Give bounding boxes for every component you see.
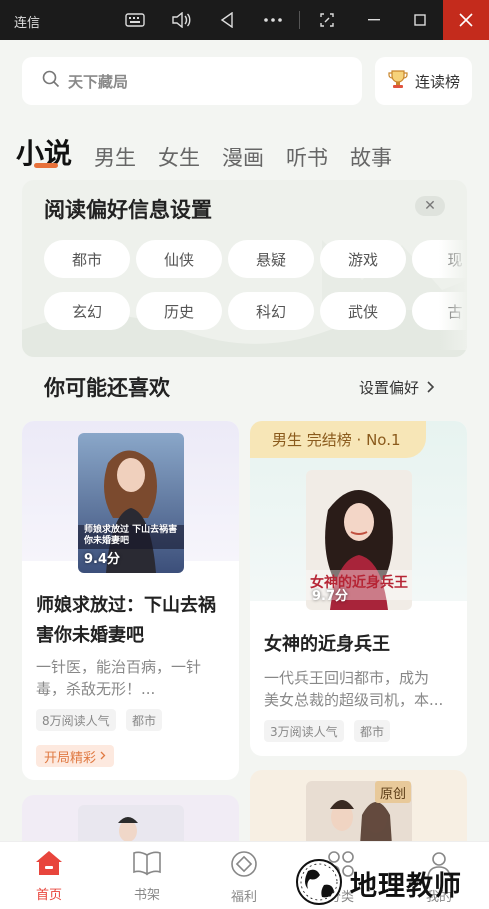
reading-rank-button[interactable]: 连读榜 [375,57,472,105]
cover-title-text: 师娘求放过 下山去祸害你未婚妻吧 [84,525,178,546]
book-title[interactable]: 师娘求放过：下山去祸 [36,591,216,621]
book-cover[interactable]: 师娘求放过 下山去祸害你未婚妻吧 9.4分 [78,433,184,573]
tab-female[interactable]: 女生 [158,142,200,172]
highlight-label: 开局精彩 [44,750,97,766]
nav-welfare[interactable]: 福利 [209,850,279,905]
nav-bookshelf-label: 书架 [133,888,160,903]
screenshot-icon[interactable] [316,9,338,31]
close-preference-icon[interactable]: ✕ [415,196,445,216]
book-card[interactable]: 男生 完结榜 · No.1 女神的近身兵王 9.7分 女神的近身兵王 一代兵王回… [250,421,467,756]
book-cover[interactable]: 女神的近身兵王 9.7分 [306,470,412,610]
genre-tag: 都市 [126,709,163,731]
book-description: 美女总裁的超级司机，本... [264,691,444,709]
genre-chip[interactable]: 科幻 [228,292,314,330]
tab-story[interactable]: 故事 [350,142,392,172]
book-description: 一代兵王回归都市，成为 [264,669,430,687]
book-title[interactable]: 害你未婚妻吧 [36,621,144,651]
tab-comic[interactable]: 漫画 [222,142,264,172]
titlebar-divider [299,11,300,29]
search-icon [42,70,60,92]
chevron-right-icon [100,749,106,764]
more-icon[interactable] [262,9,284,31]
reading-rank-label: 连读榜 [414,72,460,91]
nav-bookshelf[interactable]: 书架 [112,850,182,903]
minimize-icon[interactable] [363,9,385,31]
globe-logo-icon [294,857,344,909]
genre-chip[interactable]: 历史 [136,292,222,330]
search-input[interactable]: 天下藏局 [22,57,362,105]
recommend-section-title: 你可能还喜欢 [44,376,170,400]
window-titlebar: 连信 [0,0,489,40]
category-tabs: 小说 男生 女生 漫画 听书 故事 [16,122,414,172]
genre-tag: 都市 [354,720,391,742]
readers-tag: 3万阅读人气 [264,720,344,742]
maximize-icon[interactable] [409,9,431,31]
close-icon[interactable] [443,0,489,40]
watermark-text: 地理教师 [350,871,462,902]
nav-home[interactable]: 首页 [14,850,84,903]
watermark: 地理教师 [294,858,489,909]
nav-home-label: 首页 [35,888,62,903]
bookshelf-icon [132,850,162,880]
book-score: 9.4分 [84,552,121,567]
back-icon[interactable] [216,9,238,31]
genre-chip[interactable]: 武侠 [320,292,406,330]
tab-audiobook[interactable]: 听书 [286,142,328,172]
genre-chip[interactable]: 都市 [44,240,130,278]
volume-icon[interactable] [170,9,192,31]
set-preference-label: 设置偏好 [359,379,420,397]
keyboard-icon[interactable] [124,9,146,31]
home-icon [35,850,63,880]
book-description: 毒，杀敌无形！... [36,680,156,698]
tab-male[interactable]: 男生 [94,142,136,172]
genre-chip[interactable]: 仙侠 [136,240,222,278]
reading-preference-card: 阅读偏好信息设置 ✕ 都市 仙侠 悬疑 游戏 现 玄幻 历史 科幻 武侠 古 [22,180,467,357]
book-score: 9.7分 [312,589,349,604]
active-tab-indicator [34,163,58,168]
rank-ribbon: 男生 完结榜 · No.1 [250,421,426,458]
book-description: 一针医，能治百病，一针 [36,658,202,676]
set-preference-link[interactable]: 设置偏好 [359,377,435,398]
genre-chip[interactable]: 悬疑 [228,240,314,278]
chevron-right-icon [427,379,435,397]
book-card[interactable]: 师娘求放过 下山去祸害你未婚妻吧 9.4分 师娘求放过：下山去祸 害你未婚妻吧 … [22,421,239,780]
book-title[interactable]: 女神的近身兵王 [264,630,390,660]
window-title: 连信 [14,16,41,31]
chip-fade-overlay [439,240,467,350]
genre-chip[interactable]: 玄幻 [44,292,130,330]
search-placeholder: 天下藏局 [68,72,129,91]
trophy-icon [387,68,415,94]
original-badge: 原创 [375,781,411,803]
welfare-icon [230,850,258,882]
readers-tag: 8万阅读人气 [36,709,116,731]
genre-chip[interactable]: 游戏 [320,240,406,278]
nav-welfare-label: 福利 [230,890,257,905]
preference-title: 阅读偏好信息设置 [44,198,212,222]
highlight-button[interactable]: 开局精彩 [36,745,115,767]
